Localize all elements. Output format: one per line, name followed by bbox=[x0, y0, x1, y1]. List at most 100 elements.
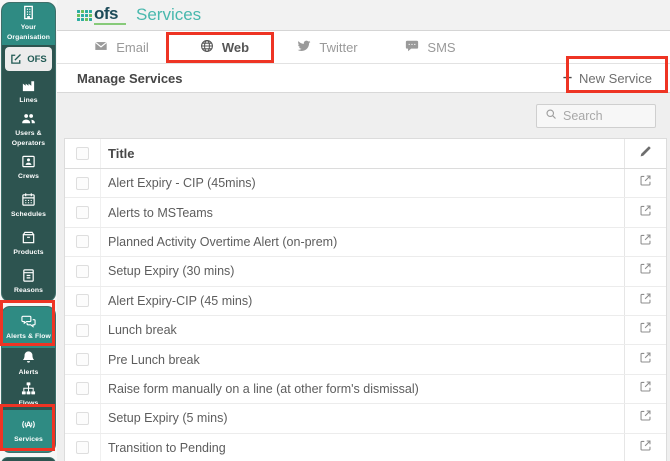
table-row[interactable]: Planned Activity Overtime Alert (on-prem… bbox=[65, 227, 666, 258]
row-checkbox[interactable] bbox=[76, 176, 89, 190]
title-column-header: Title bbox=[108, 146, 135, 161]
sidebar-group-alerts-flow: Alerts & Flow Alerts Flows A Services bbox=[1, 306, 56, 453]
tab-label: Email bbox=[116, 39, 149, 55]
sidebar-item-reasons[interactable]: Reasons bbox=[2, 263, 55, 301]
sidebar-item-label: OFS bbox=[27, 53, 47, 65]
edit-column-header bbox=[624, 139, 666, 168]
table-row[interactable]: Setup Expiry (5 mins) bbox=[65, 404, 666, 434]
users-icon bbox=[21, 111, 36, 126]
tab-email[interactable]: Email bbox=[70, 39, 173, 56]
content-panel: Title Alert Expiry - CIP (45mins) Alerts… bbox=[57, 93, 670, 461]
open-in-new-icon[interactable] bbox=[639, 321, 652, 339]
sidebar-item-ofs[interactable]: OFS bbox=[5, 47, 52, 71]
service-title: Raise form manually on a line (at other … bbox=[108, 381, 419, 396]
service-title: Pre Lunch break bbox=[108, 352, 200, 367]
sidebar-item-lines[interactable]: Lines bbox=[2, 73, 55, 111]
sidebar-item-flows[interactable]: Flows bbox=[2, 379, 55, 410]
services-table: Title Alert Expiry - CIP (45mins) Alerts… bbox=[64, 138, 667, 461]
ofs-logo: ofs bbox=[77, 5, 126, 25]
building-icon bbox=[21, 5, 36, 20]
sidebar-item-label: Services bbox=[14, 436, 43, 444]
new-service-label: New Service bbox=[579, 70, 652, 86]
bell-icon bbox=[21, 350, 36, 365]
service-title: Planned Activity Overtime Alert (on-prem… bbox=[108, 234, 338, 249]
sidebar-item-crews[interactable]: Crews bbox=[2, 149, 55, 187]
sidebar-group-next bbox=[1, 457, 56, 461]
service-title: Alert Expiry - CIP (45mins) bbox=[108, 176, 256, 191]
tab-label: Web bbox=[221, 39, 250, 55]
row-checkbox[interactable] bbox=[76, 353, 89, 367]
plus-icon bbox=[562, 71, 573, 86]
open-in-new-icon[interactable] bbox=[639, 409, 652, 427]
service-title: Alerts to MSTeams bbox=[108, 205, 213, 220]
tab-twitter[interactable]: Twitter bbox=[276, 39, 379, 56]
factory-icon bbox=[21, 78, 36, 93]
row-checkbox[interactable] bbox=[76, 294, 89, 308]
table-row[interactable]: Alert Expiry - CIP (45mins) bbox=[65, 169, 666, 199]
page-title: Services bbox=[136, 5, 202, 24]
top-bar: ofs Services bbox=[57, 0, 670, 31]
row-checkbox[interactable] bbox=[76, 206, 89, 220]
table-row[interactable]: Raise form manually on a line (at other … bbox=[65, 374, 666, 405]
open-in-new-icon[interactable] bbox=[639, 174, 652, 192]
manage-services-toolbar: Manage Services New Service bbox=[57, 64, 670, 93]
sidebar: Your Organisation OFS Lines Users & Oper… bbox=[0, 0, 57, 461]
pencil-icon[interactable] bbox=[639, 145, 652, 163]
table-row[interactable]: Alerts to MSTeams bbox=[65, 198, 666, 228]
sms-icon bbox=[405, 39, 419, 56]
crew-icon bbox=[21, 154, 36, 169]
row-checkbox[interactable] bbox=[76, 235, 89, 249]
sidebar-item-label: Alerts bbox=[18, 368, 39, 376]
svg-text:A: A bbox=[25, 420, 31, 430]
table-row[interactable]: Transition to Pending bbox=[65, 433, 666, 461]
table-row[interactable]: Lunch break bbox=[65, 315, 666, 346]
tab-web[interactable]: Web bbox=[173, 39, 276, 56]
row-checkbox[interactable] bbox=[76, 441, 89, 455]
tab-label: SMS bbox=[427, 39, 456, 55]
service-title: Setup Expiry (5 mins) bbox=[108, 411, 228, 426]
select-all-checkbox[interactable] bbox=[76, 147, 89, 160]
logo-text: ofs bbox=[94, 4, 119, 23]
row-checkbox[interactable] bbox=[76, 323, 89, 337]
service-title: Setup Expiry (30 mins) bbox=[108, 264, 235, 279]
sidebar-item-services[interactable]: A Services bbox=[2, 410, 55, 452]
sidebar-item-label: Products bbox=[13, 249, 44, 257]
sidebar-item-alerts-flow[interactable]: Alerts & Flow bbox=[2, 307, 55, 348]
broadcast-icon: A bbox=[21, 417, 36, 432]
edit-square-icon bbox=[10, 53, 22, 65]
sidebar-item-your-organisation[interactable]: Your Organisation bbox=[2, 3, 55, 45]
sidebar-item-label: Schedules bbox=[11, 211, 46, 219]
row-checkbox[interactable] bbox=[76, 382, 89, 396]
sidebar-item-label: Alerts & Flow bbox=[6, 332, 51, 340]
table-row[interactable]: Setup Expiry (30 mins) bbox=[65, 257, 666, 287]
sidebar-item-alerts[interactable]: Alerts bbox=[2, 348, 55, 379]
table-row[interactable]: Alert Expiry-CIP (45 mins) bbox=[65, 286, 666, 316]
sidebar-item-schedules[interactable]: Schedules bbox=[2, 187, 55, 225]
open-in-new-icon[interactable] bbox=[639, 233, 652, 251]
calendar-icon bbox=[21, 192, 36, 207]
new-service-button[interactable]: New Service bbox=[562, 71, 652, 86]
section-title: Manage Services bbox=[77, 70, 183, 86]
sidebar-item-products[interactable]: Products bbox=[2, 225, 55, 263]
search-box bbox=[536, 104, 656, 128]
row-checkbox[interactable] bbox=[76, 411, 89, 425]
open-in-new-icon[interactable] bbox=[639, 292, 652, 310]
sidebar-item-label: Reasons bbox=[13, 287, 44, 295]
search-icon bbox=[545, 107, 557, 125]
open-in-new-icon[interactable] bbox=[639, 439, 652, 457]
tab-sms[interactable]: SMS bbox=[379, 39, 482, 56]
open-in-new-icon[interactable] bbox=[639, 351, 652, 369]
sidebar-item-label: Your Organisation bbox=[6, 24, 51, 41]
sidebar-item-users-operators[interactable]: Users & Operators bbox=[2, 111, 55, 149]
open-in-new-icon[interactable] bbox=[639, 380, 652, 398]
tab-label: Twitter bbox=[319, 39, 358, 55]
logo-hash-icon bbox=[77, 9, 92, 21]
book-icon bbox=[21, 268, 36, 283]
open-in-new-icon[interactable] bbox=[639, 262, 652, 280]
table-row[interactable]: Pre Lunch break bbox=[65, 345, 666, 375]
channel-tabs: Email Web Twitter SMS bbox=[57, 31, 670, 64]
open-in-new-icon[interactable] bbox=[639, 204, 652, 222]
row-checkbox[interactable] bbox=[76, 264, 89, 278]
search-input[interactable] bbox=[563, 109, 647, 123]
logo-tagline bbox=[94, 23, 126, 25]
